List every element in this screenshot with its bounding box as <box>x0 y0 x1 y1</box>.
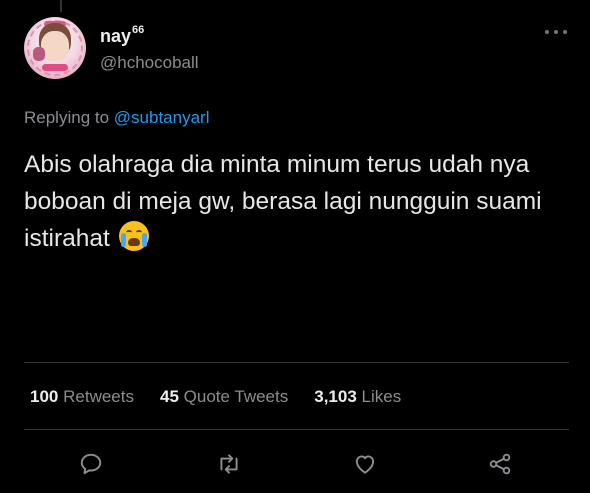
avatar-face <box>41 31 69 61</box>
replying-to: Replying to @subtanyarl <box>24 108 210 128</box>
reply-button[interactable] <box>73 446 109 482</box>
avatar-bottom-sticker <box>42 64 68 71</box>
replying-to-label: Replying to <box>24 108 110 127</box>
retweet-icon <box>220 454 238 474</box>
display-name-superscript: 66 <box>132 24 145 36</box>
tweet-text: Abis olahraga dia minta minum terus udah… <box>24 146 569 257</box>
action-bar <box>0 446 590 482</box>
display-name[interactable]: nay66 <box>100 24 145 47</box>
user-handle[interactable]: @hchocoball <box>100 53 199 73</box>
retweets-label: Retweets <box>63 387 134 406</box>
reply-icon <box>80 453 102 475</box>
loudly-crying-face-icon <box>118 221 149 251</box>
more-options-icon[interactable] <box>545 30 567 36</box>
display-name-text: nay <box>100 26 132 46</box>
share-button[interactable] <box>482 446 518 482</box>
retweets-stat[interactable]: 100 Retweets <box>30 387 134 407</box>
divider-bottom <box>24 429 569 430</box>
divider-top <box>24 362 569 363</box>
quote-tweets-count: 45 <box>159 387 179 406</box>
likes-label: Likes <box>361 387 402 406</box>
reply-to-mention-link[interactable]: @subtanyarl <box>114 108 210 127</box>
likes-count: 3,103 <box>314 387 357 406</box>
engagement-stats: 100 Retweets 45 Quote Tweets 3,103 Likes <box>30 387 401 407</box>
share-icon <box>489 453 511 475</box>
quote-tweets-stat[interactable]: 45 Quote Tweets <box>160 387 288 407</box>
avatar-hand <box>33 47 45 61</box>
likes-stat[interactable]: 3,103 Likes <box>314 387 401 407</box>
like-button[interactable] <box>347 446 383 482</box>
avatar-top-sticker <box>44 21 66 27</box>
retweets-count: 100 <box>30 387 59 406</box>
retweet-button[interactable] <box>211 446 247 482</box>
thread-connector-line <box>60 0 62 12</box>
tweet-body: Abis olahraga dia minta minum terus udah… <box>24 151 542 252</box>
quote-tweets-label: Quote Tweets <box>183 387 289 406</box>
like-icon <box>355 455 375 474</box>
avatar[interactable] <box>24 17 86 79</box>
